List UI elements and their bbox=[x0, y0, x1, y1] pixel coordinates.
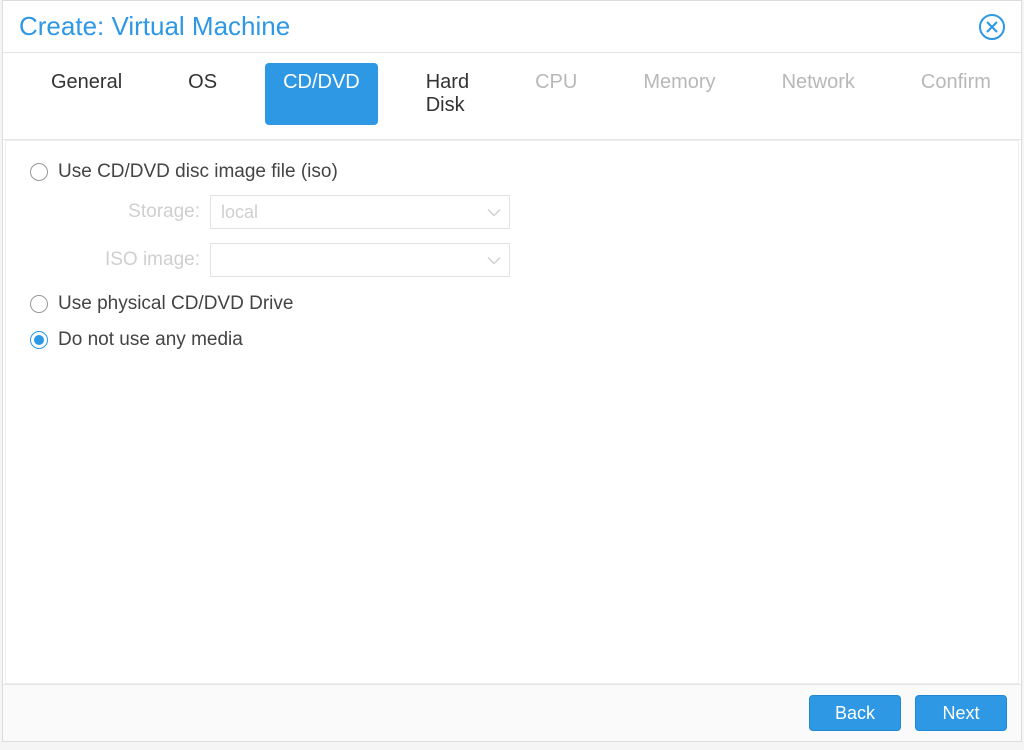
storage-value: local bbox=[221, 202, 258, 223]
tab-os[interactable]: OS bbox=[170, 63, 235, 125]
close-button[interactable] bbox=[979, 14, 1005, 40]
option-use-iso[interactable]: Use CD/DVD disc image file (iso) bbox=[30, 161, 994, 183]
radio-icon bbox=[30, 295, 48, 313]
tab-network: Network bbox=[764, 63, 873, 125]
option-no-media[interactable]: Do not use any media bbox=[30, 329, 994, 351]
tab-harddisk[interactable]: Hard Disk bbox=[408, 63, 487, 125]
iso-image-label: ISO image: bbox=[30, 249, 210, 271]
tab-general[interactable]: General bbox=[33, 63, 140, 125]
dialog-titlebar: Create: Virtual Machine bbox=[3, 1, 1021, 53]
tab-confirm: Confirm bbox=[903, 63, 1009, 125]
storage-combo[interactable]: local bbox=[210, 195, 510, 229]
option-use-iso-label: Use CD/DVD disc image file (iso) bbox=[58, 161, 338, 183]
tab-cpu: CPU bbox=[517, 63, 595, 125]
radio-icon bbox=[30, 163, 48, 181]
tab-content: Use CD/DVD disc image file (iso) Storage… bbox=[5, 140, 1019, 684]
option-use-physical-label: Use physical CD/DVD Drive bbox=[58, 293, 293, 315]
iso-image-combo[interactable] bbox=[210, 243, 510, 277]
create-vm-dialog: Create: Virtual Machine General OS CD/DV… bbox=[2, 0, 1022, 742]
option-use-physical[interactable]: Use physical CD/DVD Drive bbox=[30, 293, 994, 315]
close-icon bbox=[985, 20, 999, 34]
radio-icon bbox=[30, 331, 48, 349]
dialog-title: Create: Virtual Machine bbox=[19, 11, 290, 42]
tab-bar: General OS CD/DVD Hard Disk CPU Memory N… bbox=[3, 53, 1021, 140]
storage-label: Storage: bbox=[30, 201, 210, 223]
iso-fields: Storage: local ISO image: bbox=[30, 195, 994, 277]
dialog-footer: Back Next bbox=[3, 684, 1021, 741]
back-button[interactable]: Back bbox=[809, 695, 901, 731]
chevron-down-icon bbox=[487, 202, 501, 223]
option-no-media-label: Do not use any media bbox=[58, 329, 243, 351]
chevron-down-icon bbox=[487, 250, 501, 271]
tab-cddvd[interactable]: CD/DVD bbox=[265, 63, 378, 125]
tab-memory: Memory bbox=[625, 63, 733, 125]
next-button[interactable]: Next bbox=[915, 695, 1007, 731]
